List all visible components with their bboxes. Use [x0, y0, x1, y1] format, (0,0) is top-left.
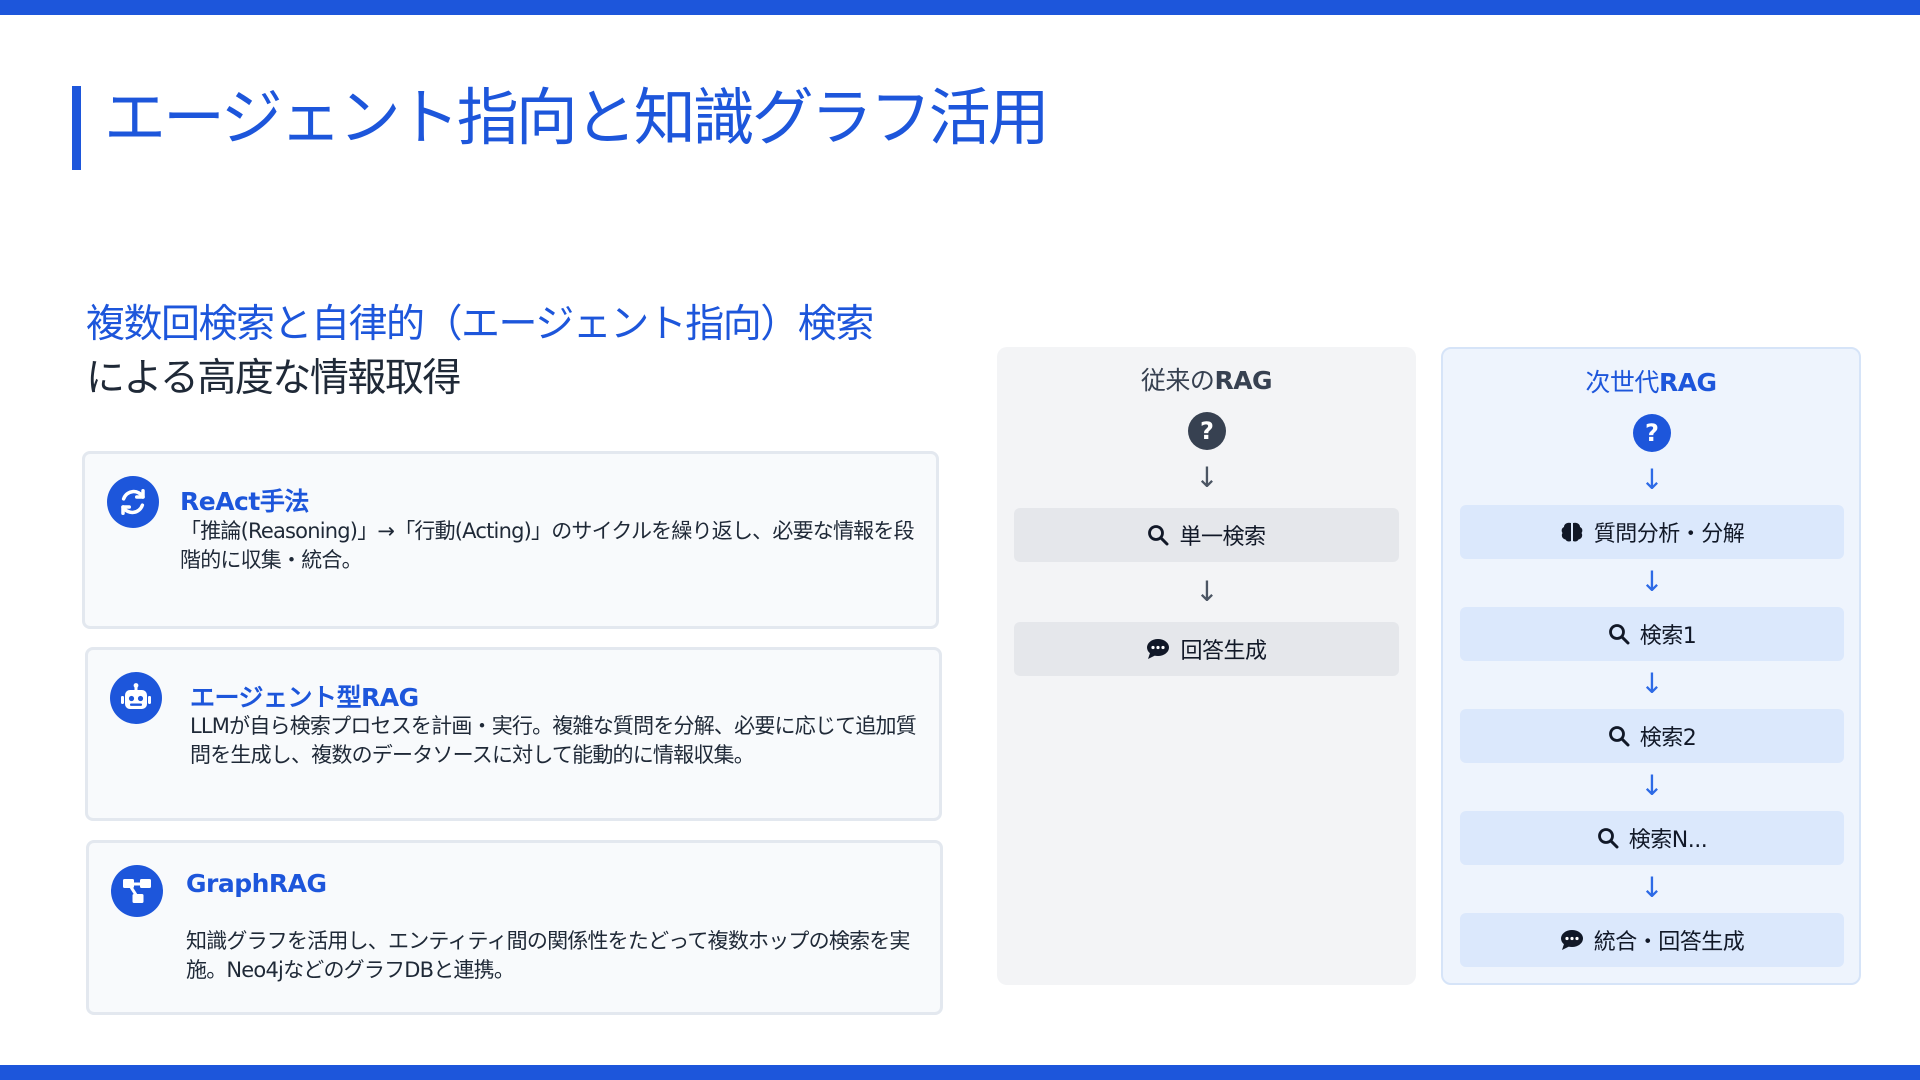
card-title: エージェント型RAG [190, 683, 419, 712]
subtitle-line-2: による高度な情報取得 [86, 356, 461, 401]
section-subtitle: 複数回検索と自律的（エージェント指向）検索 による高度な情報取得 [86, 298, 946, 406]
step-single-search: 単一検索 [1014, 508, 1399, 562]
step-label: 検索N... [1628, 828, 1708, 853]
next-gen-rag-panel: 次世代RAG ? ↓ 質問分析・分解 ↓ 検索1 ↓ 検索2 ↓ 検索N... … [1441, 347, 1861, 985]
chat-icon [1147, 639, 1170, 659]
step-label: 単一検索 [1179, 525, 1266, 550]
search-icon [1148, 525, 1169, 546]
panel-title: 従来のRAG [1140, 366, 1273, 395]
subtitle-line-1: 複数回検索と自律的（エージェント指向）検索 [86, 302, 874, 347]
arrow-down-icon: ↓ [1640, 769, 1664, 802]
step-search-1: 検索1 [1460, 607, 1844, 661]
card-description: LLMが自ら検索プロセスを計画・実行。複雑な質問を分解、必要に応じて追加質問を生… [190, 714, 917, 767]
panel-title: 次世代RAG [1585, 368, 1717, 397]
step-integrate-answer: 統合・回答生成 [1460, 913, 1844, 967]
question-icon: ? [1188, 412, 1226, 450]
step-answer-generation: 回答生成 [1014, 622, 1399, 676]
card-title: GraphRAG [186, 869, 327, 898]
bottom-accent-bar [0, 1065, 1920, 1080]
page-title: エージェント指向と知識グラフ活用 [104, 81, 1050, 154]
step-label: 検索2 [1639, 726, 1697, 751]
arrow-down-icon: ↓ [1195, 575, 1219, 608]
step-search-n: 検索N... [1460, 811, 1844, 865]
chat-icon [1560, 930, 1583, 950]
top-accent-bar [0, 0, 1920, 15]
arrow-down-icon: ↓ [1640, 463, 1664, 496]
step-label: 統合・回答生成 [1593, 930, 1745, 955]
step-search-2: 検索2 [1460, 709, 1844, 763]
step-label: 質問分析・分解 [1593, 522, 1745, 547]
step-label: 回答生成 [1180, 639, 1267, 664]
arrow-down-icon: ↓ [1640, 565, 1664, 598]
arrow-down-icon: ↓ [1640, 871, 1664, 904]
graph-icon [111, 865, 163, 917]
arrow-down-icon: ↓ [1640, 667, 1664, 700]
refresh-icon [107, 476, 159, 528]
robot-icon [110, 672, 162, 724]
question-icon: ? [1633, 414, 1671, 452]
brain-icon [1561, 522, 1583, 542]
title-accent-bar [72, 86, 81, 170]
card-agent-rag: エージェント型RAG LLMが自ら検索プロセスを計画・実行。複雑な質問を分解、必… [85, 647, 942, 821]
card-react: ReAct手法 「推論(Reasoning)」→「行動(Acting)」のサイク… [82, 451, 939, 629]
search-icon [1597, 828, 1619, 849]
search-icon [1608, 726, 1630, 747]
search-icon [1608, 624, 1630, 645]
arrow-down-icon: ↓ [1195, 461, 1219, 494]
card-description: 「推論(Reasoning)」→「行動(Acting)」のサイクルを繰り返し、必… [180, 519, 915, 572]
card-description: 知識グラフを活用し、エンティティ間の関係性をたどって複数ホップの検索を実施。Ne… [186, 929, 910, 982]
card-graphrag: GraphRAG 知識グラフを活用し、エンティティ間の関係性をたどって複数ホップ… [86, 840, 943, 1015]
step-label: 検索1 [1639, 624, 1697, 649]
traditional-rag-panel: 従来のRAG ? ↓ 単一検索 ↓ 回答生成 [997, 347, 1416, 985]
step-question-analysis: 質問分析・分解 [1460, 505, 1844, 559]
card-title: ReAct手法 [180, 487, 309, 516]
